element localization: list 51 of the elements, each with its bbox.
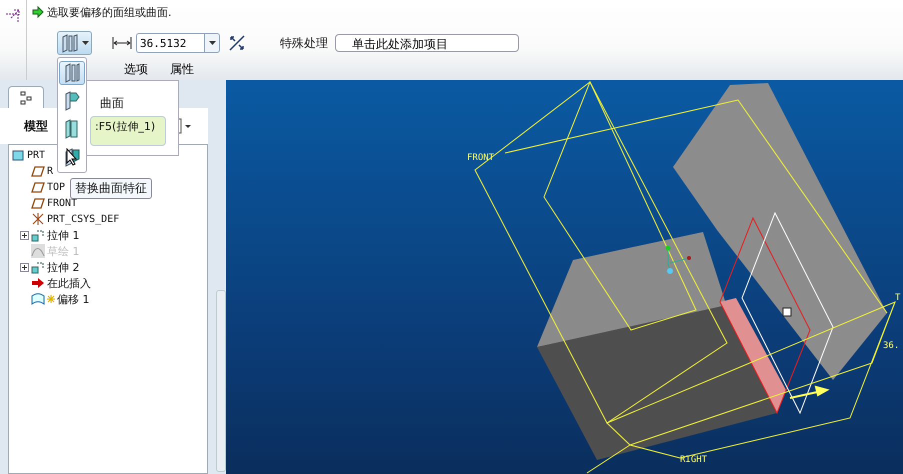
tab[interactable]: 属性 <box>170 61 194 78</box>
flip-direction-icon <box>228 34 246 52</box>
special-handling-field[interactable]: 单击此处添加项目 <box>335 34 519 52</box>
tree-icon <box>20 90 32 104</box>
coordinate-axes-icon <box>666 246 691 274</box>
plane-icon <box>31 196 45 210</box>
caret-icon <box>82 41 89 45</box>
plane-icon <box>31 180 45 194</box>
tree-item[interactable]: PRT_CSYS_DEF <box>47 214 120 224</box>
tree-item[interactable]: 偏移 1 <box>57 292 90 306</box>
offset-type-option[interactable] <box>59 61 85 85</box>
prompt-message: 选取要偏移的面组或曲面. <box>47 4 172 20</box>
tree-item[interactable]: 在此插入 <box>47 276 91 290</box>
tab[interactable]: 选项 <box>124 61 148 78</box>
insert-icon <box>31 276 45 290</box>
drag-handle[interactable] <box>782 308 792 316</box>
tree-item[interactable]: 拉伸 2 <box>47 260 80 274</box>
offset-type-button[interactable] <box>57 31 92 55</box>
part-icon <box>11 148 25 162</box>
datum-label: 36. <box>883 341 900 351</box>
extrude-icon <box>31 260 45 274</box>
mouse-cursor-icon <box>66 148 78 166</box>
dropdown-button[interactable] <box>204 33 220 53</box>
datum-label: T <box>895 293 900 303</box>
star-icon <box>47 295 55 303</box>
panel-title: 模型 <box>24 118 48 134</box>
sketch-icon <box>31 244 45 258</box>
expand-icon <box>20 262 29 272</box>
special-handling-label: 特殊处理 <box>280 34 328 52</box>
tree-item[interactable]: FRONT <box>47 198 78 208</box>
surface-label: 曲面 <box>99 95 124 112</box>
datum-label: RIGHT <box>680 455 708 465</box>
surface-icon <box>60 33 80 53</box>
extrude-icon <box>31 228 45 242</box>
distance-field[interactable]: 36.5132 <box>136 33 204 53</box>
plane-icon <box>31 164 45 178</box>
tree-item[interactable]: PRT <box>27 150 46 160</box>
arrow-icon <box>32 6 44 18</box>
splitter-handle[interactable] <box>216 290 226 472</box>
tooltip: 替换曲面特征 <box>70 178 152 199</box>
tree-item[interactable]: TOP <box>47 182 66 192</box>
surface-collector-field[interactable]: :F5(拉伸_1) <box>90 116 166 146</box>
caret-icon <box>208 41 216 45</box>
tree-item[interactable]: R <box>47 166 54 176</box>
tree-item[interactable]: 拉伸 1 <box>47 228 80 242</box>
csys-icon <box>31 212 45 226</box>
dimension-icon <box>112 36 132 50</box>
offset-icon <box>31 292 45 306</box>
model-tree-tab[interactable] <box>8 86 44 108</box>
direction-arrow-icon <box>789 386 830 399</box>
expand-icon <box>20 230 29 240</box>
